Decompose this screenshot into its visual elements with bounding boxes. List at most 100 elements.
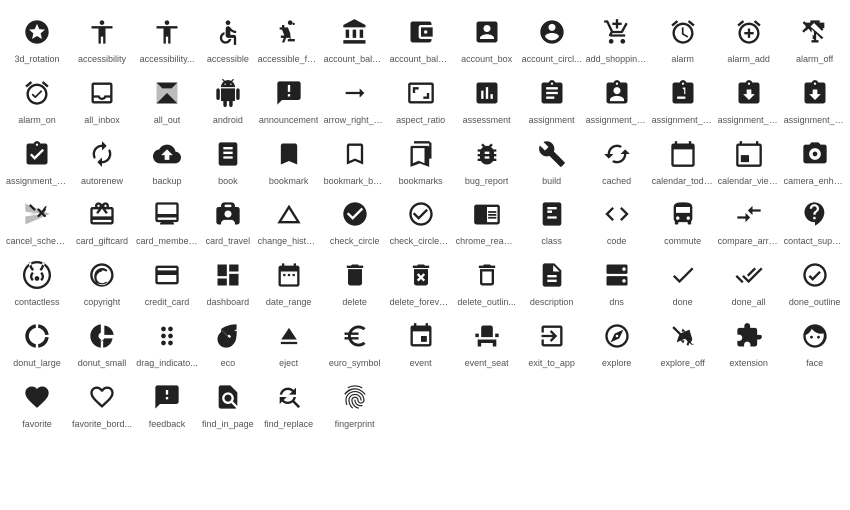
icon-cell-find_in_page[interactable]: find_in_page	[200, 373, 256, 434]
icon-cell-donut_large[interactable]: donut_large	[4, 312, 70, 373]
icon-cell-alarm_on[interactable]: alarm_on	[4, 69, 70, 130]
icon-cell-find_replace[interactable]: find_replace	[256, 373, 322, 434]
account_balance-label: account_balan...	[324, 54, 386, 65]
icon-cell-explore_off[interactable]: explore_off	[650, 312, 716, 373]
icon-cell-dns[interactable]: dns	[584, 251, 650, 312]
icon-cell-assignment_late[interactable]: assignment_la...	[650, 69, 716, 130]
icon-cell-all_inbox[interactable]: all_inbox	[70, 69, 134, 130]
icon-cell-contact_support[interactable]: contact_suppo...	[782, 190, 848, 251]
icon-cell-accessibility[interactable]: accessibility	[70, 8, 134, 69]
icon-cell-assignment_turned_in[interactable]: assignment_tu...	[4, 130, 70, 191]
aspect_ratio-label: aspect_ratio	[396, 115, 445, 126]
icon-cell-donut_small[interactable]: donut_small	[70, 312, 134, 373]
icon-cell-aspect_ratio[interactable]: aspect_ratio	[388, 69, 454, 130]
icon-cell-assignment_ind[interactable]: assignment_in...	[584, 69, 650, 130]
icon-cell-announcement[interactable]: announcement	[256, 69, 322, 130]
icon-cell-accessibility_new[interactable]: accessibility...	[134, 8, 200, 69]
icon-cell-bookmark_border[interactable]: bookmark_bord...	[322, 130, 388, 191]
icon-cell-account_box[interactable]: account_box	[454, 8, 520, 69]
icon-cell-change_history[interactable]: change_histor...	[256, 190, 322, 251]
icon-cell-assignment[interactable]: assignment	[520, 69, 584, 130]
icon-cell-eject[interactable]: eject	[256, 312, 322, 373]
contact_support-label: contact_suppo...	[784, 236, 846, 247]
icon-cell-bookmark[interactable]: bookmark	[256, 130, 322, 191]
cancel_schedule_send-icon	[23, 196, 51, 232]
icon-cell-autorenew[interactable]: autorenew	[70, 130, 134, 191]
icon-cell-check_circle[interactable]: check_circle	[322, 190, 388, 251]
icon-cell-all_out[interactable]: all_out	[134, 69, 200, 130]
icon-cell-commute[interactable]: commute	[650, 190, 716, 251]
icon-cell-calendar_view_day[interactable]: calendar_view...	[716, 130, 782, 191]
icon-cell-done_outline[interactable]: done_outline	[782, 251, 848, 312]
icon-cell-cached[interactable]: cached	[584, 130, 650, 191]
icon-cell-explore[interactable]: explore	[584, 312, 650, 373]
icon-cell-compare_arrows[interactable]: compare_arrow...	[716, 190, 782, 251]
icon-cell-euro_symbol[interactable]: euro_symbol	[322, 312, 388, 373]
icon-cell-credit_card[interactable]: credit_card	[134, 251, 200, 312]
icon-cell-face[interactable]: face	[782, 312, 848, 373]
icon-cell-accessible[interactable]: accessible	[200, 8, 256, 69]
icon-cell-account_circle[interactable]: account_circl...	[520, 8, 584, 69]
android-label: android	[213, 115, 243, 126]
calendar_view_day-icon	[735, 136, 763, 172]
icon-cell-favorite_border[interactable]: favorite_bord...	[70, 373, 134, 434]
icon-cell-bookmarks[interactable]: bookmarks	[388, 130, 454, 191]
code-icon	[603, 196, 631, 232]
icon-cell-card_travel[interactable]: card_travel	[200, 190, 256, 251]
icon-cell-class[interactable]: class	[520, 190, 584, 251]
icon-cell-calendar_today[interactable]: calendar_toda...	[650, 130, 716, 191]
icon-cell-bug_report[interactable]: bug_report	[454, 130, 520, 191]
icon-cell-add_shopping_cart[interactable]: add_shopping...	[584, 8, 650, 69]
favorite-icon	[23, 379, 51, 415]
delete-label: delete	[342, 297, 367, 308]
icon-cell-account_balance_wallet[interactable]: account_balan...	[388, 8, 454, 69]
icon-cell-copyright[interactable]: copyright	[70, 251, 134, 312]
icon-cell-alarm_add[interactable]: alarm_add	[716, 8, 782, 69]
icon-cell-backup[interactable]: backup	[134, 130, 200, 191]
icon-cell-done_all[interactable]: done_all	[716, 251, 782, 312]
icon-cell-extension[interactable]: extension	[716, 312, 782, 373]
icon-cell-exit_to_app[interactable]: exit_to_app	[520, 312, 584, 373]
icon-cell-accessible_forward[interactable]: accessible_fo...	[256, 8, 322, 69]
icon-cell-fingerprint[interactable]: fingerprint	[322, 373, 388, 434]
icon-cell-check_circle_outline[interactable]: check_circle_...	[388, 190, 454, 251]
icon-cell-alarm_off[interactable]: alarm_off	[782, 8, 848, 69]
icon-cell-favorite[interactable]: favorite	[4, 373, 70, 434]
camera_enhance-label: camera_enhanc...	[784, 176, 846, 187]
icon-cell-delete_outline[interactable]: delete_outlin...	[454, 251, 520, 312]
icon-cell-build[interactable]: build	[520, 130, 584, 191]
icon-grid: 3d_rotationaccessibilityaccessibility...…	[0, 0, 850, 442]
icon-cell-book[interactable]: book	[200, 130, 256, 191]
icon-cell-assignment_return[interactable]: assignment_re...	[716, 69, 782, 130]
icon-cell-3d_rotation[interactable]: 3d_rotation	[4, 8, 70, 69]
icon-cell-account_balance[interactable]: account_balan...	[322, 8, 388, 69]
calendar_view_day-label: calendar_view...	[718, 176, 780, 187]
icon-cell-feedback[interactable]: feedback	[134, 373, 200, 434]
icon-cell-event[interactable]: event	[388, 312, 454, 373]
icon-cell-code[interactable]: code	[584, 190, 650, 251]
icon-cell-android[interactable]: android	[200, 69, 256, 130]
icon-cell-arrow_right_alt[interactable]: arrow_right_a...	[322, 69, 388, 130]
icon-cell-event_seat[interactable]: event_seat	[454, 312, 520, 373]
icon-cell-card_membership[interactable]: card_membersh...	[134, 190, 200, 251]
icon-cell-contactless[interactable]: contactless	[4, 251, 70, 312]
icon-cell-delete_forever[interactable]: delete_foreve...	[388, 251, 454, 312]
icon-cell-camera_enhance[interactable]: camera_enhanc...	[782, 130, 848, 191]
icon-cell-chrome_reader_mode[interactable]: chrome_reader...	[454, 190, 520, 251]
icon-cell-date_range[interactable]: date_range	[256, 251, 322, 312]
cancel_schedule_send-label: cancel_schedu...	[6, 236, 68, 247]
icon-cell-assessment[interactable]: assessment	[454, 69, 520, 130]
icon-cell-eco[interactable]: eco	[200, 312, 256, 373]
icon-cell-cancel_schedule_send[interactable]: cancel_schedu...	[4, 190, 70, 251]
icon-cell-assignment_returned[interactable]: assignment_re...	[782, 69, 848, 130]
icon-cell-description[interactable]: description	[520, 251, 584, 312]
icon-cell-drag_indicator[interactable]: drag_indicato...	[134, 312, 200, 373]
icon-cell-dashboard[interactable]: dashboard	[200, 251, 256, 312]
backup-icon	[153, 136, 181, 172]
icon-cell-delete[interactable]: delete	[322, 251, 388, 312]
autorenew-icon	[88, 136, 116, 172]
icon-cell-alarm[interactable]: alarm	[650, 8, 716, 69]
icon-cell-done[interactable]: done	[650, 251, 716, 312]
explore-label: explore	[602, 358, 632, 369]
icon-cell-card_giftcard[interactable]: card_giftcard	[70, 190, 134, 251]
